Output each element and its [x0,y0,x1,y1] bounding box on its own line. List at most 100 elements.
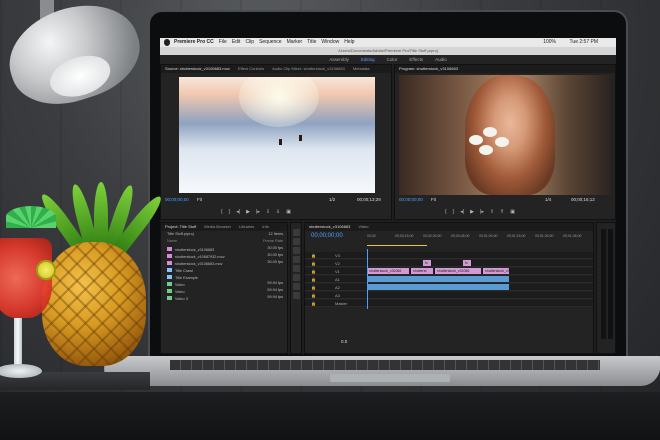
v1-clip[interactable]: shutterstock_v3106683 [483,268,509,274]
workspace-bar: Assembly Editing Color Effects Audio [160,55,616,64]
track-row[interactable]: 🔒 V2 [305,260,593,267]
insert-icon[interactable]: ⇩ [266,209,270,216]
menu-edit[interactable]: Edit [232,38,241,47]
project-item[interactable]: Video 59.94 fps [161,287,287,294]
export-frame-icon[interactable]: ▣ [510,209,515,216]
extract-icon[interactable]: ⇑ [500,209,504,216]
col-name[interactable]: Name [167,238,177,245]
menu-marker[interactable]: Marker [287,38,303,47]
menu-clip[interactable]: Clip [245,38,254,47]
playhead[interactable] [367,249,368,309]
battery-status[interactable]: 100% [543,38,556,47]
project-item[interactable]: Title Crawl [161,266,287,273]
program-fit-select[interactable]: Fit [431,197,436,202]
workspace-audio[interactable]: Audio [435,55,447,64]
track-row[interactable]: 🔒 A3 [305,292,593,299]
fx-clip[interactable]: fx [423,260,431,266]
menu-sequence[interactable]: Sequence [259,38,282,47]
tab-effect-controls[interactable]: Effect Controls [238,65,264,73]
play-icon[interactable]: ▶ [470,209,474,216]
source-fit-select[interactable]: Fit [197,197,202,202]
workspace-effects[interactable]: Effects [409,55,423,64]
timeline-ruler[interactable]: 00;00 00;00;15;00 00;00;30;00 00;00;45;00 00… [367,234,593,242]
hand-tool-icon[interactable] [292,283,300,290]
ruler-tick-label: 00;00;45;00 [451,234,470,238]
export-frame-icon[interactable]: ▣ [286,209,291,216]
project-item[interactable]: Title Example [161,273,287,280]
slip-tool-icon[interactable] [292,265,300,272]
fx-clip[interactable]: fx [463,260,471,266]
menu-app[interactable]: Premiere Pro CC [174,38,214,47]
track-row[interactable]: 🔒 Master [305,300,593,307]
project-item[interactable]: Video 59.94 fps [161,280,287,287]
apple-icon[interactable] [164,39,170,46]
project-item[interactable]: shutterstock_v3106683.mov 30.00 fps [161,259,287,266]
tab-media-browser[interactable]: Media Browser [204,223,231,231]
project-item[interactable]: shutterstock_v3106683 30.00 fps [161,245,287,252]
master-volume[interactable]: 0.0 [341,339,347,344]
project-item[interactable]: Video 3 59.94 fps [161,294,287,301]
source-resolution[interactable]: 1/2 [329,197,335,202]
timeline-timecode[interactable]: 00;00;00;00 [311,233,343,239]
mark-in-icon[interactable]: { [221,209,223,216]
tab-program[interactable]: Program: shutterstock_v3106683 [399,65,458,73]
play-icon[interactable]: ▶ [246,209,250,216]
ripple-edit-tool-icon[interactable] [292,247,300,254]
mark-in-icon[interactable]: { [445,209,447,216]
project-item[interactable]: shutterstock_v10687932.mov 30.00 fps [161,252,287,259]
pen-tool-icon[interactable] [292,274,300,281]
razor-tool-icon[interactable] [292,256,300,263]
tab-libraries[interactable]: Libraries [239,223,254,231]
track-lock-icon[interactable]: 🔒 [311,260,316,267]
track-lock-icon[interactable]: 🔒 [311,252,316,259]
project-name: Title Stuff.prproj [167,232,194,236]
project-item-fps: 30.00 fps [267,253,283,257]
v1-clip[interactable]: shutterst [411,268,433,274]
track-select-tool-icon[interactable] [292,238,300,245]
program-timecode-in[interactable]: 00;00;00;00 [399,197,423,202]
tab-info[interactable]: Info [262,223,269,231]
tab-project[interactable]: Project: Title Stuff [165,223,196,231]
skier-figure [299,135,302,141]
track-lock-icon[interactable]: 🔒 [311,276,316,283]
track-lock-icon[interactable]: 🔒 [311,300,316,307]
track-lock-icon[interactable]: 🔒 [311,292,316,299]
tab-source[interactable]: Source: shutterstock_v3106683.mov [165,65,230,73]
program-resolution[interactable]: 1/4 [545,197,551,202]
v1-clip[interactable]: shutterstock_v31066 [435,268,481,274]
v1-clip[interactable]: shutterstock_v31066 [367,268,409,274]
track-lock-icon[interactable]: 🔒 [311,268,316,275]
col-frame-rate[interactable]: Frame Rate [263,238,283,245]
step-back-icon[interactable]: ◂| [460,209,464,216]
tab-audio-clip-mixer[interactable]: Audio Clip Mixer: shutterstock_v3106683 [272,65,345,73]
workspace-color[interactable]: Color [387,55,398,64]
lift-icon[interactable]: ⇧ [490,209,494,216]
tab-sequence-1[interactable]: shutterstock_v3106683 [309,223,350,231]
a2-clip[interactable] [367,284,509,290]
step-back-icon[interactable]: ◂| [236,209,240,216]
menu-help[interactable]: Help [344,38,354,47]
step-forward-icon[interactable]: |▸ [480,209,484,216]
overwrite-icon[interactable]: ⇓ [276,209,280,216]
mark-out-icon[interactable]: } [453,209,455,216]
menu-window[interactable]: Window [321,38,339,47]
workspace-assembly[interactable]: Assembly [329,55,349,64]
menu-file[interactable]: File [219,38,227,47]
track-row[interactable]: 🔒 V3 [305,252,593,259]
a1-clip[interactable] [367,276,509,282]
type-tool-icon[interactable] [292,292,300,299]
track-lock-icon[interactable]: 🔒 [311,284,316,291]
label-color-swatch [167,246,172,251]
workspace-editing[interactable]: Editing [361,55,375,64]
tab-sequence-2[interactable]: Video [358,223,368,231]
selection-tool-icon[interactable] [292,229,300,236]
work-area-bar[interactable] [367,245,427,246]
program-tabs: Program: shutterstock_v3106683 [395,65,615,73]
step-forward-icon[interactable]: |▸ [256,209,260,216]
mark-out-icon[interactable]: } [229,209,231,216]
tab-metadata[interactable]: Metadata [353,65,370,73]
project-item-name: Title Crawl [175,268,193,273]
source-timecode-in[interactable]: 00;00;00;00 [165,197,189,202]
menubar-clock[interactable]: Tue 2:57 PM [570,38,598,47]
menu-title[interactable]: Title [307,38,316,47]
